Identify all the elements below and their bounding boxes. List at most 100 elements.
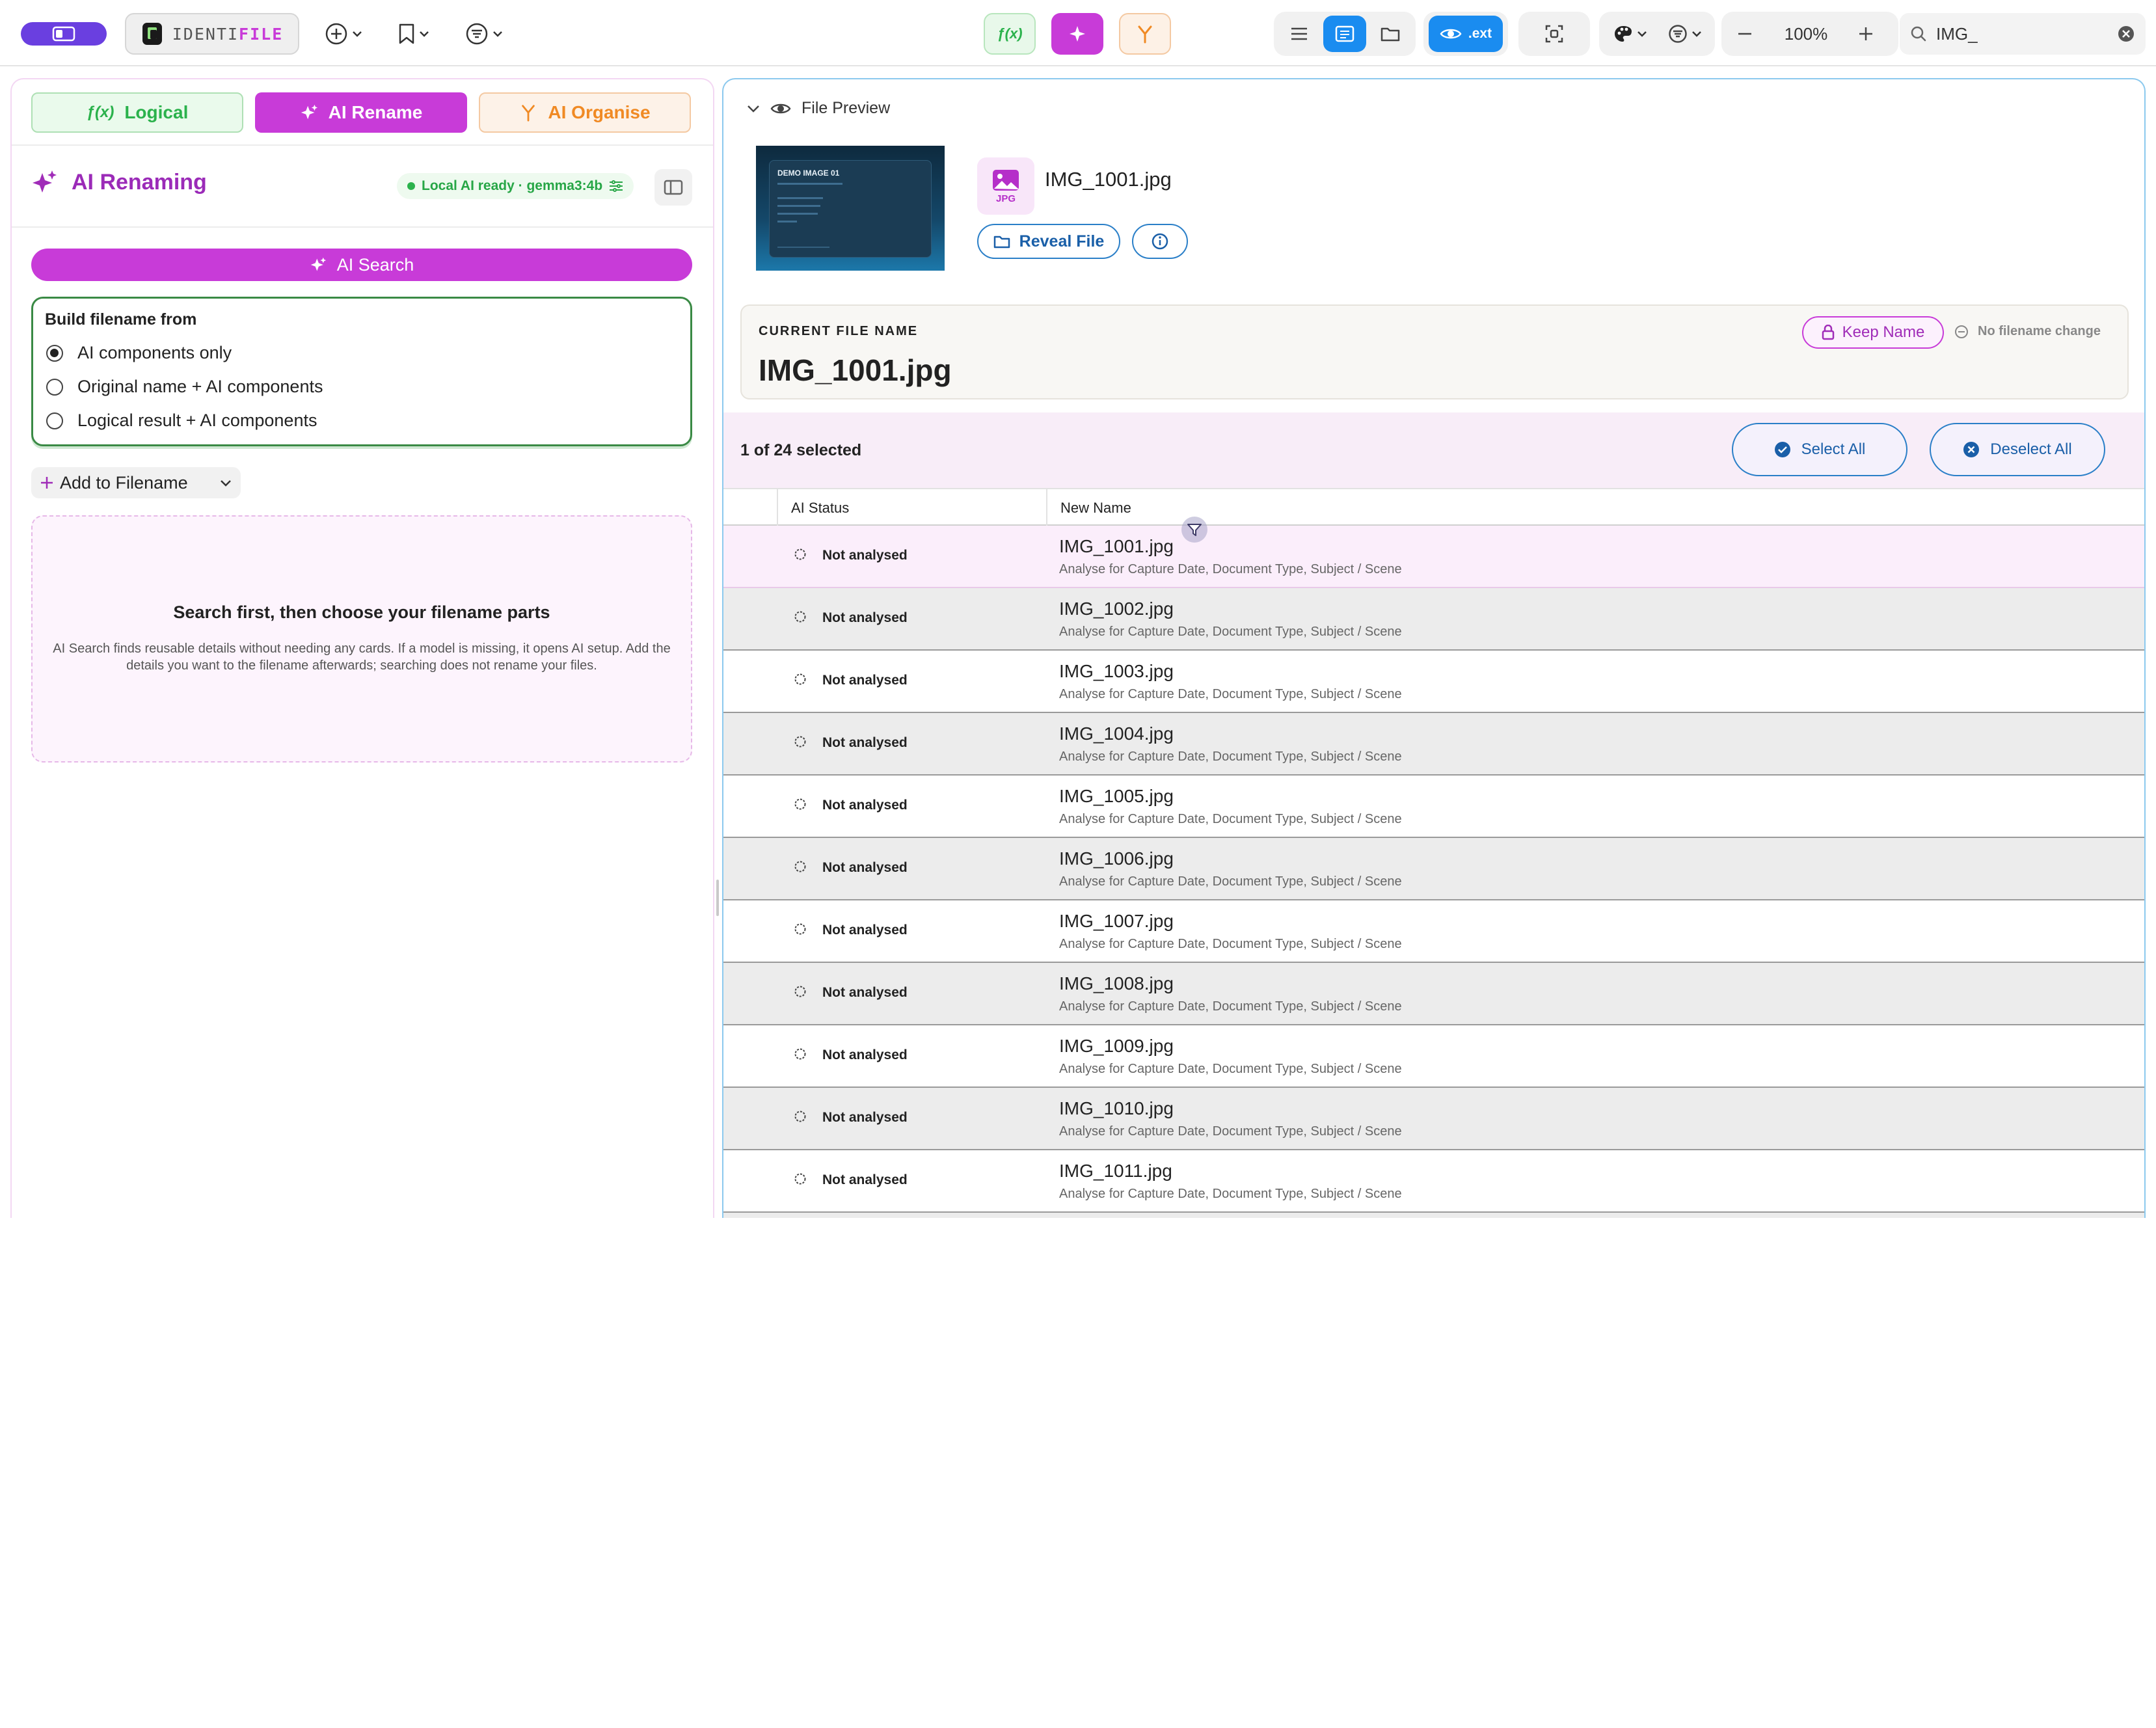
pending-status-icon: [794, 1110, 807, 1123]
tab-logical-label: Logical: [124, 102, 189, 122]
ai-rename-mode-button[interactable]: [1051, 13, 1103, 55]
table-row[interactable]: Not analysed IMG_1002.jpg Analyse for Ca…: [723, 588, 2144, 651]
logical-mode-button[interactable]: ƒ(x): [984, 13, 1036, 55]
lock-icon: [1822, 325, 1835, 340]
filename-change-text: No filename change: [1978, 324, 2101, 338]
show-extension-toggle[interactable]: .ext: [1429, 16, 1503, 52]
table-row[interactable]: Not analysed IMG_1006.jpg Analyse for Ca…: [723, 838, 2144, 900]
new-name: IMG_1004.jpg: [1059, 723, 1174, 744]
brand-prefix: IDENTI: [172, 24, 239, 44]
column-header-new-name[interactable]: New Name: [1060, 500, 1131, 517]
chevron-down-icon: [747, 105, 760, 113]
plus-circle-icon: [325, 22, 348, 46]
select-all-button[interactable]: Select All: [1732, 423, 1907, 476]
clear-search-icon[interactable]: [2117, 25, 2135, 43]
new-name: IMG_1003.jpg: [1059, 661, 1174, 681]
option-original-name-ai[interactable]: Original name + AI components: [46, 377, 323, 397]
ai-search-button[interactable]: AI Search: [31, 249, 692, 281]
table-row[interactable]: Not analysed IMG_1005.jpg Analyse for Ca…: [723, 776, 2144, 838]
thumbnail-title: DEMO IMAGE 01: [777, 169, 840, 178]
ai-organise-mode-button[interactable]: [1119, 13, 1171, 55]
table-row[interactable]: Not analysed IMG_1010.jpg Analyse for Ca…: [723, 1088, 2144, 1150]
deselect-all-label: Deselect All: [1990, 440, 2072, 458]
sort-menu-button[interactable]: [1659, 16, 1711, 52]
toggle-sidebar-button[interactable]: [654, 169, 692, 206]
filter-menu-button[interactable]: [455, 13, 513, 55]
table-row[interactable]: Not analysed IMG_1003.jpg Analyse for Ca…: [723, 651, 2144, 713]
left-panel: ƒ(x) Logical AI Rename AI Organise AI Re…: [10, 78, 714, 1218]
divider: [12, 226, 713, 228]
filter-lines-icon: [465, 22, 489, 46]
detail-view-icon: [1335, 25, 1354, 42]
radio-unselected[interactable]: [46, 378, 63, 396]
sparkle-icon: [33, 169, 57, 195]
deselect-all-button[interactable]: Deselect All: [1930, 423, 2105, 476]
tab-ai-rename[interactable]: AI Rename: [255, 92, 467, 133]
option-label: Logical result + AI components: [77, 411, 317, 430]
current-file-name: IMG_1001.jpg: [759, 353, 952, 387]
file-preview-header[interactable]: File Preview: [747, 99, 890, 118]
column-header-ai-status[interactable]: AI Status: [791, 500, 849, 517]
pending-status-icon: [794, 860, 807, 873]
table-row[interactable]: Not analysed IMG_1007.jpg Analyse for Ca…: [723, 900, 2144, 963]
ai-status: Not analysed: [822, 985, 908, 1000]
radio-unselected[interactable]: [46, 412, 63, 429]
thumbnail-lines: [777, 183, 842, 185]
selection-count: 1 of 24 selected: [740, 441, 862, 459]
minus-circle-icon: [1954, 325, 1969, 339]
ai-status: Not analysed: [822, 923, 908, 938]
detail-view-button[interactable]: [1323, 16, 1366, 52]
analysis-hint: Analyse for Capture Date, Document Type,…: [1059, 562, 1402, 576]
tab-ai-organise[interactable]: AI Organise: [479, 92, 691, 133]
search-input[interactable]: [1936, 23, 2105, 44]
ai-status: Not analysed: [822, 735, 908, 750]
option-label: Original name + AI components: [77, 377, 323, 396]
page-title: AI Renaming: [72, 169, 207, 195]
file-info-button[interactable]: [1132, 224, 1188, 259]
radio-selected[interactable]: [46, 344, 63, 362]
chevron-down-icon: [352, 31, 362, 37]
table-row[interactable]: Not analysed IMG_1001.jpg Analyse for Ca…: [723, 517, 2144, 588]
ai-status: Not analysed: [822, 798, 908, 813]
file-type-label: JPG: [995, 193, 1016, 204]
table-row[interactable]: Not analysed IMG_1004.jpg Analyse for Ca…: [723, 713, 2144, 776]
folder-view-button[interactable]: [1369, 16, 1412, 52]
ai-status-badge[interactable]: Local AI ready · gemma3:4b: [397, 173, 634, 199]
tab-logical[interactable]: ƒ(x) Logical: [31, 92, 243, 133]
zoom-out-button[interactable]: [1727, 16, 1763, 52]
reveal-file-button[interactable]: Reveal File: [977, 224, 1120, 259]
ai-status: Not analysed: [822, 1110, 908, 1125]
top-toolbar: IDENTIFILE ƒ(x) .ext 100% IMG_: [0, 0, 2156, 66]
file-thumbnail[interactable]: DEMO IMAGE 01: [756, 146, 945, 271]
option-logical-result-ai[interactable]: Logical result + AI components: [46, 411, 317, 431]
analysis-hint: Analyse for Capture Date, Document Type,…: [1059, 1187, 1402, 1201]
table-row[interactable]: Not analysed IMG_1008.jpg Analyse for Ca…: [723, 963, 2144, 1025]
cursor-pointer-icon: [1180, 515, 1209, 544]
empty-state-title: Search first, then choose your filename …: [173, 602, 550, 622]
keep-name-button[interactable]: Keep Name: [1802, 316, 1944, 349]
brand-button[interactable]: IDENTIFILE: [125, 13, 299, 55]
sidebar-toggle-button[interactable]: [21, 22, 107, 46]
panel-resize-handle[interactable]: [716, 880, 719, 916]
ai-status: Not analysed: [822, 673, 908, 688]
add-to-filename-button[interactable]: Add to Filename: [31, 467, 241, 498]
table-row[interactable]: Not analysed IMG_1009.jpg Analyse for Ca…: [723, 1025, 2144, 1088]
scan-icon: [1544, 24, 1564, 44]
ai-status: Not analysed: [822, 610, 908, 625]
table-row[interactable]: [723, 1213, 2144, 1218]
theme-menu-button[interactable]: [1603, 16, 1658, 52]
list-view-button[interactable]: [1278, 16, 1321, 52]
zoom-in-button[interactable]: [1848, 16, 1884, 52]
option-ai-components-only[interactable]: AI components only: [46, 343, 232, 363]
table-row[interactable]: Not analysed IMG_1011.jpg Analyse for Ca…: [723, 1150, 2144, 1213]
current-file-name-card: CURRENT FILE NAME IMG_1001.jpg Keep Name…: [740, 304, 2129, 399]
sidebar-panel-icon: [664, 180, 683, 195]
right-panel: File Preview DEMO IMAGE 01 JPG IMG_1001.…: [722, 78, 2146, 1218]
new-name: IMG_1009.jpg: [1059, 1036, 1174, 1056]
add-menu-button[interactable]: [315, 13, 372, 55]
option-label: AI components only: [77, 343, 232, 362]
bookmark-menu-button[interactable]: [388, 13, 440, 55]
ai-status-text: Local AI ready · gemma3:4b: [422, 178, 603, 193]
new-name: IMG_1011.jpg: [1059, 1161, 1172, 1181]
scan-button[interactable]: [1529, 16, 1580, 52]
